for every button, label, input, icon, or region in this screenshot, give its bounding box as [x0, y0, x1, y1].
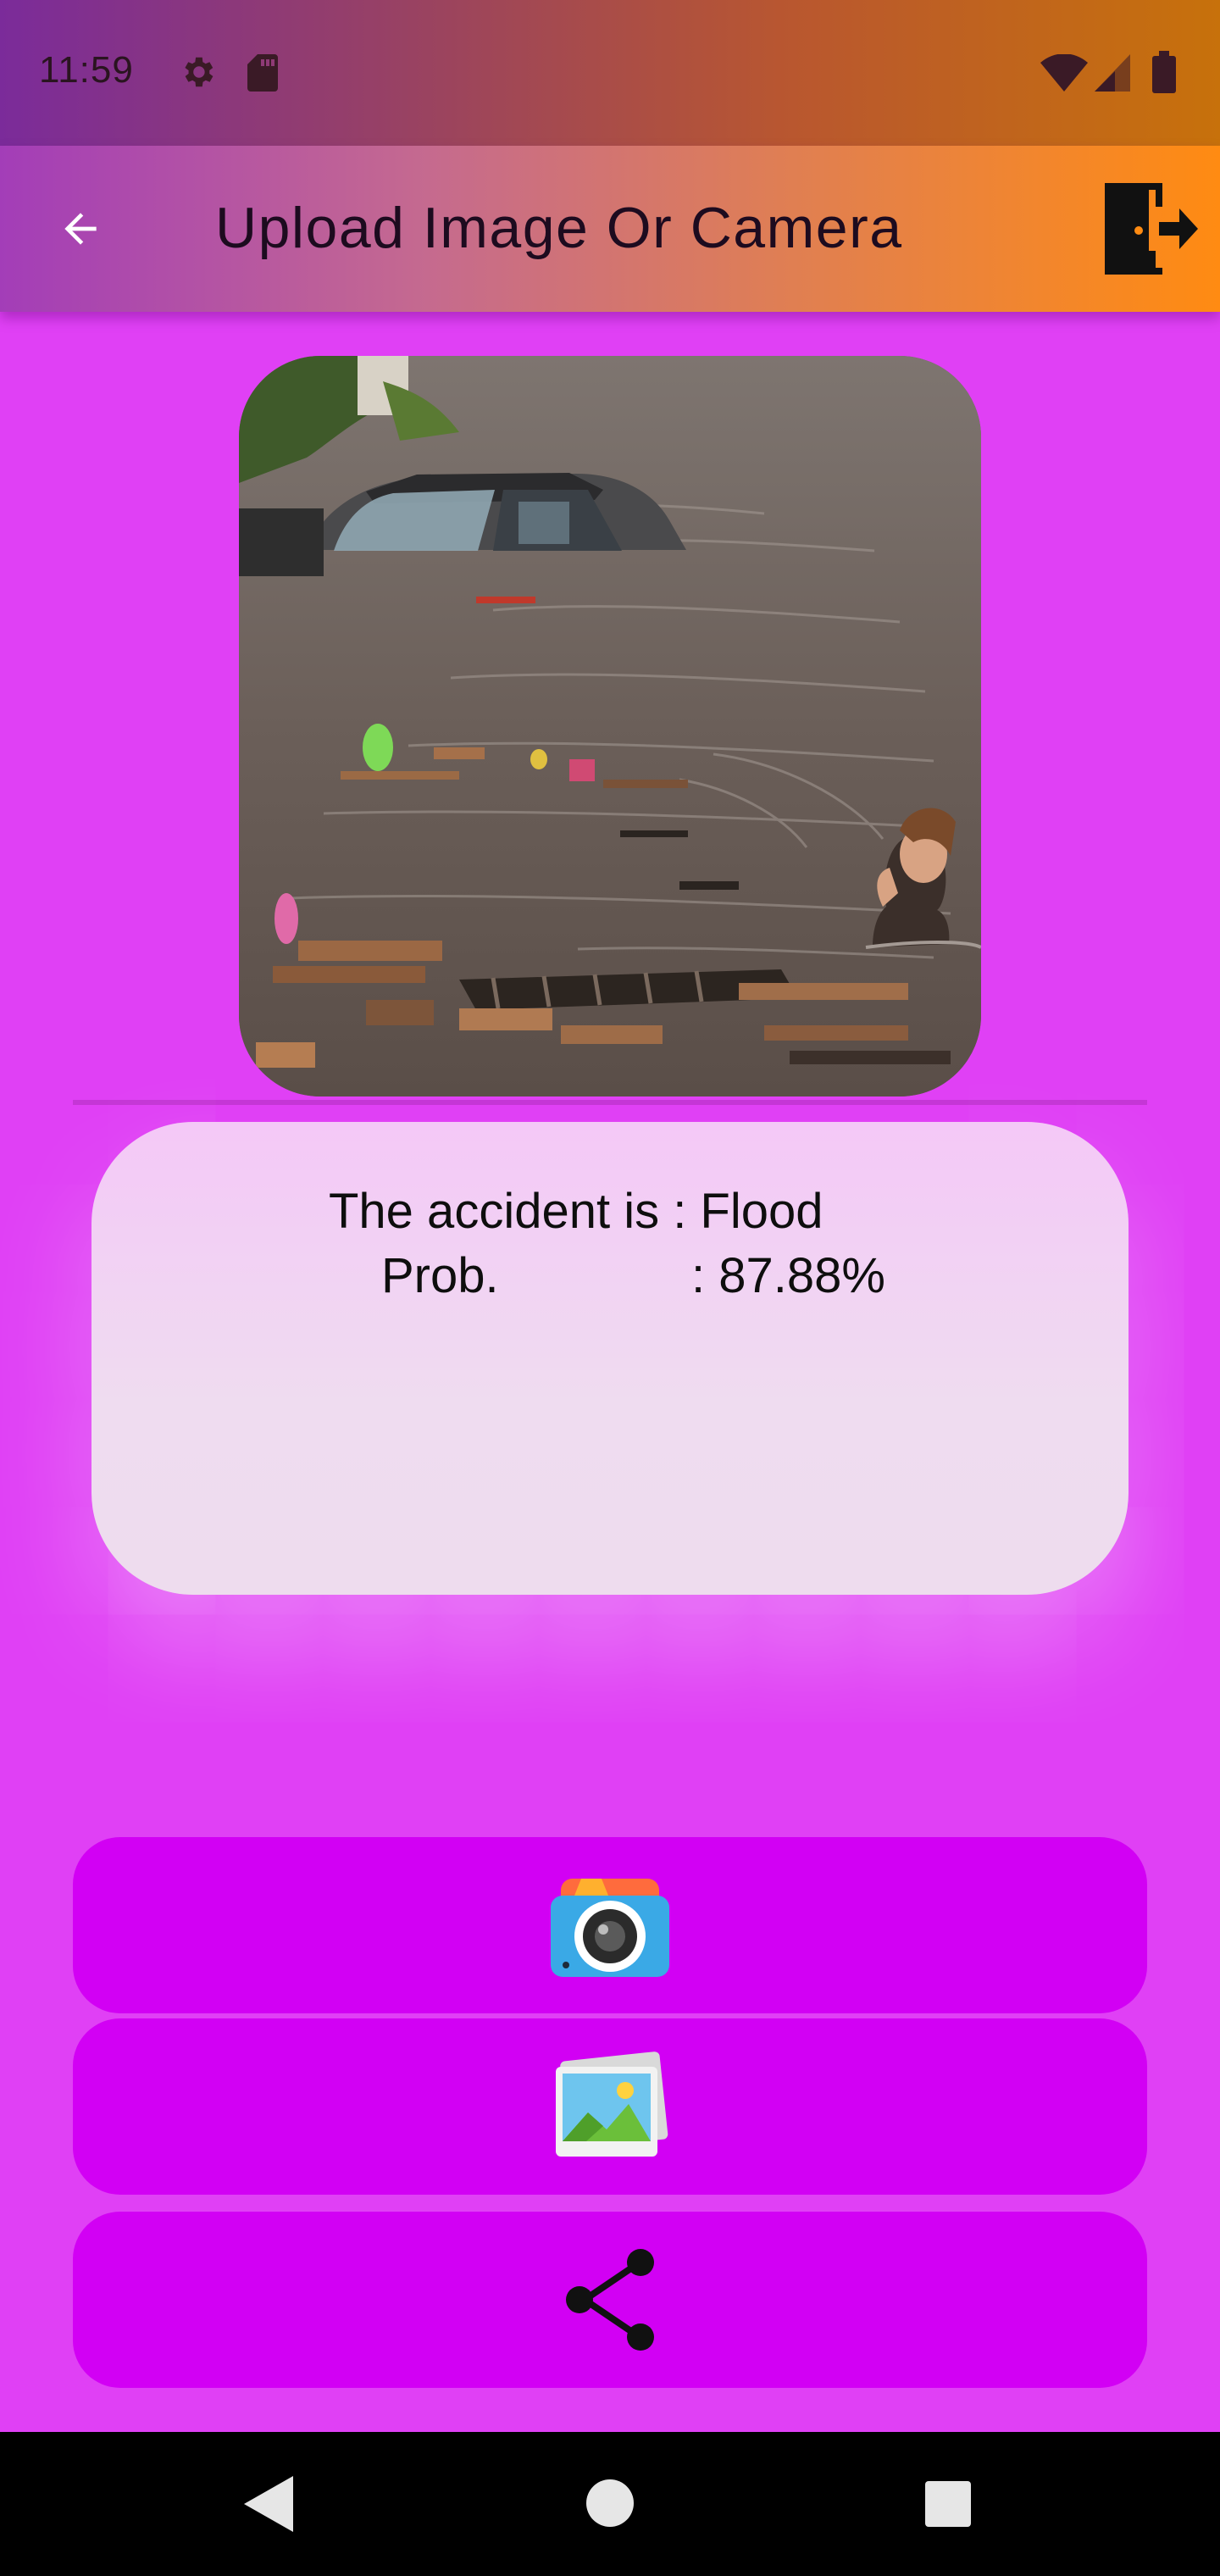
back-button[interactable] — [51, 202, 110, 256]
flood-photo — [239, 356, 981, 1096]
page-title: Upload Image Or Camera — [215, 196, 903, 260]
result-card: The accident is : Flood Prob. : 87.88% — [92, 1122, 1128, 1595]
divider — [73, 1100, 1147, 1105]
status-bar: 11:59 — [0, 0, 1220, 146]
gallery-button[interactable] — [73, 2018, 1147, 2195]
sd-card-icon — [247, 54, 278, 92]
nav-home-icon[interactable] — [586, 2479, 634, 2527]
nav-recents-icon[interactable] — [925, 2481, 971, 2527]
share-button[interactable] — [73, 2212, 1147, 2388]
wifi-icon — [1040, 54, 1088, 92]
app-screen: 11:59 Upload Image Or Camera The acciden… — [0, 0, 1220, 2576]
status-time: 11:59 — [39, 49, 134, 91]
flood-photo-image — [239, 356, 981, 1096]
system-nav-bar — [0, 2432, 1220, 2576]
app-bar: Upload Image Or Camera — [0, 146, 1220, 312]
nav-back-icon[interactable] — [244, 2476, 293, 2532]
cell-signal-icon — [1095, 54, 1130, 92]
result-accident-text: The accident is : Flood — [329, 1184, 824, 1239]
gear-icon — [185, 57, 214, 87]
logout-door-icon[interactable] — [1098, 176, 1200, 281]
camera-icon — [551, 1879, 669, 1977]
arrow-left-icon — [64, 213, 97, 245]
result-prob-value: : 87.88% — [691, 1248, 885, 1303]
share-icon — [566, 2249, 654, 2351]
battery-icon — [1152, 51, 1176, 93]
gallery-icon — [556, 2051, 668, 2157]
camera-button[interactable] — [73, 1837, 1147, 2013]
result-prob-label: Prob. — [381, 1248, 499, 1303]
